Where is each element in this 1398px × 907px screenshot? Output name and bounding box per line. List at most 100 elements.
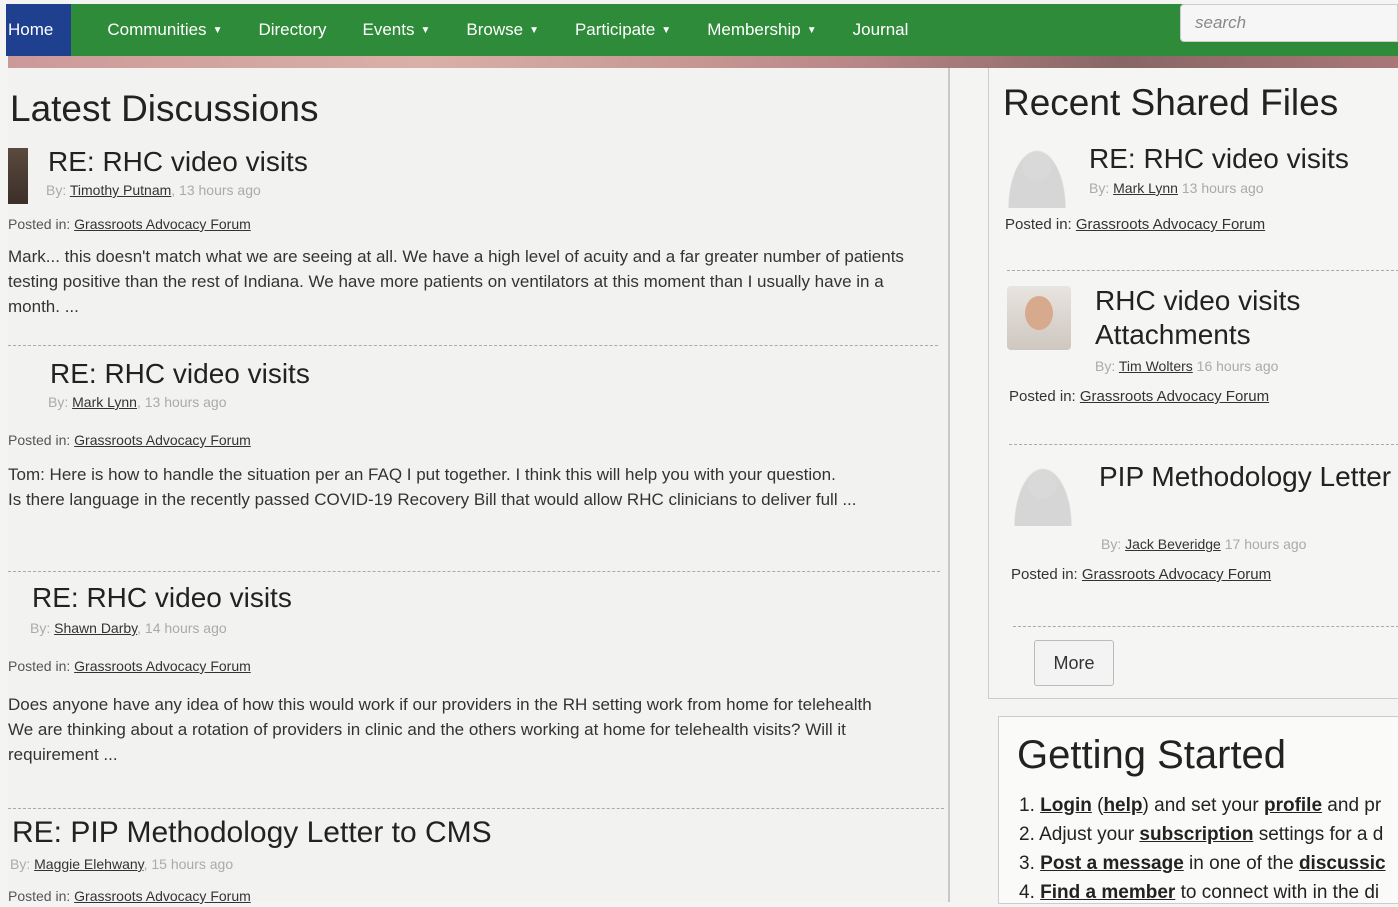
discussion-excerpt: Does anyone have any idea of how this wo… (8, 695, 872, 764)
timestamp: 16 hours ago (1196, 358, 1279, 374)
divider (8, 571, 940, 572)
section-title: Getting Started (1017, 733, 1287, 777)
timestamp: , 13 hours ago (136, 394, 227, 410)
by-label: By: (1101, 536, 1122, 552)
caret-down-icon: ▼ (806, 24, 817, 36)
avatar[interactable] (1011, 462, 1075, 526)
nav-journal[interactable]: Journal (853, 20, 909, 40)
profile-link[interactable]: profile (1264, 795, 1322, 816)
discussion-excerpt: Tom: Here is how to handle the situation… (8, 465, 857, 509)
nav-label: Browse (466, 20, 524, 39)
discussions-link[interactable]: discussic (1299, 853, 1386, 874)
discussion-title[interactable]: RE: RHC video visits (32, 582, 292, 614)
list-item: 3. Post a message in one of the discussi… (1019, 849, 1386, 878)
author-link[interactable]: Tim Wolters (1119, 358, 1193, 374)
nav-membership[interactable]: Membership ▼ (707, 20, 816, 40)
forum-link[interactable]: Grassroots Advocacy Forum (74, 432, 251, 448)
step-text: and pr (1322, 795, 1382, 816)
by-label: By: (10, 856, 31, 872)
avatar[interactable] (8, 148, 28, 204)
author-link[interactable]: Timothy Putnam (70, 182, 171, 198)
timestamp: , 14 hours ago (137, 620, 227, 636)
forum-link[interactable]: Grassroots Advocacy Forum (1076, 216, 1265, 233)
step-text: Adjust your (1039, 824, 1140, 845)
nav-participate[interactable]: Participate ▼ (575, 20, 671, 40)
by-label: By: (48, 394, 69, 410)
timestamp: , 13 hours ago (171, 182, 261, 198)
header-banner (8, 56, 1398, 68)
timestamp: 13 hours ago (1181, 180, 1264, 196)
avatar[interactable] (1007, 286, 1071, 350)
help-link[interactable]: help (1103, 795, 1142, 816)
nav-label: Journal (852, 20, 909, 39)
list-item: 2. Adjust your subscription settings for… (1019, 820, 1386, 849)
divider (1013, 626, 1398, 627)
divider (1009, 444, 1398, 445)
nav-directory[interactable]: Directory (258, 20, 326, 40)
caret-down-icon: ▼ (420, 24, 431, 36)
post-message-link[interactable]: Post a message (1040, 853, 1184, 874)
nav-home[interactable]: Home (6, 4, 72, 56)
nav-label: Membership (707, 20, 801, 39)
step-text: ) and set your (1142, 795, 1264, 816)
by-label: By: (30, 620, 51, 636)
login-link[interactable]: Login (1040, 795, 1092, 816)
step-text: to connect with in the di (1175, 882, 1380, 903)
author-link[interactable]: Shawn Darby (54, 620, 137, 636)
getting-started-panel: Getting Started 1. Login (help) and set … (998, 716, 1398, 904)
file-title[interactable]: RHC video visits Attachments (1095, 284, 1395, 352)
section-title: Latest Discussions (10, 88, 319, 129)
avatar[interactable] (1005, 144, 1069, 208)
latest-discussions-panel: Latest Discussions RE: RHC video visits … (8, 68, 950, 904)
timestamp: 17 hours ago (1224, 536, 1307, 552)
by-label: By: (46, 182, 67, 198)
posted-in-label: Posted in: (8, 216, 71, 232)
divider (1007, 270, 1398, 271)
caret-down-icon: ▼ (212, 24, 223, 36)
discussion-excerpt: Mark... this doesn't match what we are s… (8, 247, 904, 316)
step-text: ( (1091, 795, 1104, 816)
list-item: 1. Login (help) and set your profile and… (1019, 791, 1386, 820)
more-button[interactable]: More (1034, 640, 1114, 686)
author-link[interactable]: Mark Lynn (1113, 180, 1178, 196)
author-link[interactable]: Mark Lynn (72, 394, 137, 410)
nav-browse[interactable]: Browse ▼ (466, 20, 539, 40)
subscription-link[interactable]: subscription (1139, 824, 1253, 845)
by-label: By: (1089, 180, 1110, 196)
recent-shared-files-panel: Recent Shared Files RE: RHC video visits… (988, 68, 1398, 699)
posted-in-label: Posted in: (8, 432, 71, 448)
nav-label: Communities (107, 20, 207, 39)
nav-label: Directory (258, 20, 327, 39)
file-title[interactable]: RE: RHC video visits (1089, 142, 1389, 176)
search-input[interactable]: search (1180, 4, 1398, 42)
step-number: 3. (1019, 853, 1035, 874)
caret-down-icon: ▼ (529, 24, 539, 36)
posted-in-label: Posted in: (1011, 566, 1078, 583)
section-title: Recent Shared Files (1003, 82, 1339, 123)
nav-communities[interactable]: Communities ▼ (107, 20, 222, 40)
forum-link[interactable]: Grassroots Advocacy Forum (74, 216, 251, 232)
find-member-link[interactable]: Find a member (1040, 882, 1175, 903)
caret-down-icon: ▼ (661, 24, 672, 36)
author-link[interactable]: Jack Beveridge (1125, 536, 1221, 552)
author-link[interactable]: Maggie Elehwany (34, 856, 143, 872)
nav-label: Participate (574, 20, 656, 39)
forum-link[interactable]: Grassroots Advocacy Forum (1080, 388, 1269, 405)
discussion-title[interactable]: RE: RHC video visits (50, 358, 310, 390)
nav-events[interactable]: Events ▼ (362, 20, 430, 40)
step-number: 1. (1019, 795, 1035, 816)
file-title[interactable]: PIP Methodology Letter CMS Attachments (1099, 460, 1398, 494)
posted-in-label: Posted in: (8, 658, 71, 674)
timestamp: , 15 hours ago (143, 856, 234, 872)
divider (8, 345, 938, 346)
step-number: 2. (1019, 824, 1035, 845)
posted-in-label: Posted in: (1005, 216, 1072, 233)
posted-in-label: Posted in: (1009, 388, 1076, 405)
discussion-title[interactable]: RE: RHC video visits (48, 146, 308, 178)
discussion-title[interactable]: RE: PIP Methodology Letter to CMS (12, 816, 492, 850)
forum-link[interactable]: Grassroots Advocacy Forum (74, 658, 251, 674)
divider (8, 808, 944, 809)
by-label: By: (1095, 358, 1116, 374)
step-text: in one of the (1183, 853, 1299, 874)
forum-link[interactable]: Grassroots Advocacy Forum (1082, 566, 1271, 583)
